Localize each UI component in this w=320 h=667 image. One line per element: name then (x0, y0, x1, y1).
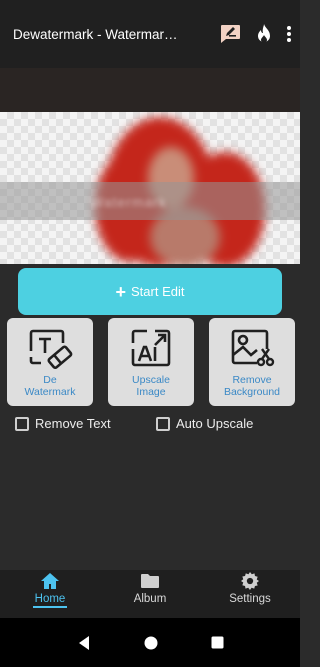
app-bar-actions (218, 22, 292, 46)
auto-upscale-checkbox[interactable] (156, 416, 170, 431)
folder-icon (141, 574, 159, 588)
nav-settings-label: Settings (229, 593, 271, 605)
app-title: Dewatermark - Watermark Remover (13, 26, 178, 42)
remove-background-tool[interactable]: Remove Background (209, 318, 295, 406)
nav-home-label: Home (32, 593, 68, 608)
edit-note-icon[interactable] (218, 22, 242, 46)
image-preview[interactable]: Watermark (0, 112, 300, 264)
nav-home[interactable]: Home (0, 570, 100, 618)
remove-background-label: Remove Background (223, 374, 281, 398)
text-eraser-icon (29, 329, 73, 369)
auto-upscale-option[interactable]: Auto Upscale (156, 416, 253, 431)
fire-icon[interactable] (254, 23, 274, 45)
app-bar: Dewatermark - Watermark Remover (0, 0, 300, 68)
nav-album-label: Album (133, 593, 167, 605)
watermark-text: Watermark (90, 194, 167, 210)
bottom-navigation: Home Album Settings (0, 570, 300, 618)
auto-upscale-label: Auto Upscale (176, 416, 254, 431)
remove-text-option[interactable]: Remove Text (15, 416, 111, 431)
home-icon (41, 573, 59, 589)
remove-text-checkbox[interactable] (15, 416, 29, 431)
de-watermark-label: De Watermark (24, 374, 76, 398)
remove-text-label: Remove Text (35, 416, 111, 431)
start-edit-button[interactable]: + Start Edit (18, 268, 282, 315)
nav-album[interactable]: Album (100, 570, 200, 618)
preview-top-area (0, 68, 300, 112)
start-edit-label: Start Edit (131, 284, 185, 299)
de-watermark-tool[interactable]: De Watermark (7, 318, 93, 406)
home-circle-icon[interactable] (144, 636, 158, 650)
ai-upscale-icon (131, 329, 171, 367)
plus-icon: + (115, 281, 127, 302)
system-navigation-bar (0, 618, 300, 667)
more-vert-icon[interactable] (286, 25, 292, 43)
recents-icon[interactable] (211, 636, 224, 649)
image-scissors-icon (231, 329, 275, 367)
back-icon[interactable] (77, 635, 91, 651)
upscale-image-tool[interactable]: Upscale Image (108, 318, 194, 406)
nav-settings[interactable]: Settings (200, 570, 300, 618)
options-row: Remove Text Auto Upscale (15, 416, 295, 434)
upscale-image-label: Upscale Image (132, 374, 170, 398)
tools-row: De Watermark Upscale Image Remove Backgr… (7, 318, 295, 406)
settings-icon (241, 572, 259, 590)
